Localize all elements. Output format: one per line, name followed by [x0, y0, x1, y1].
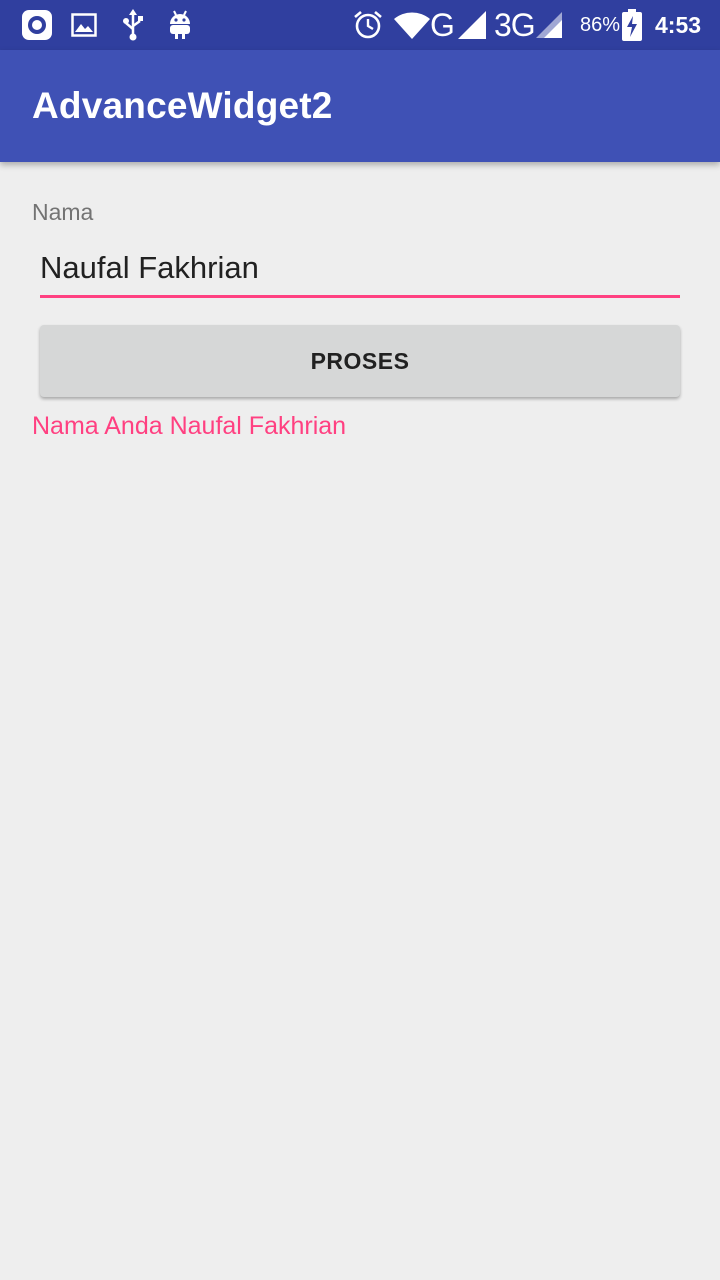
name-input[interactable]: [40, 246, 680, 298]
network-type-label: G: [430, 7, 455, 43]
notification-app-icon: [20, 8, 54, 42]
proses-button[interactable]: PROSES: [40, 325, 680, 397]
image-icon: [70, 8, 98, 42]
signal-icon: [534, 8, 564, 42]
battery-percentage: 86%: [580, 14, 621, 36]
android-icon: [166, 8, 194, 42]
result-text: Nama Anda Naufal Fakhrian: [32, 412, 347, 440]
app-bar: AdvanceWidget2: [0, 50, 720, 162]
status-bar: G 3G 86% 4:53: [0, 0, 720, 50]
wifi-icon: [394, 8, 430, 42]
signal-icon: [456, 8, 488, 42]
name-label: Nama: [32, 199, 94, 225]
main-content: Nama PROSES Nama Anda Naufal Fakhrian: [0, 162, 720, 1280]
alarm-icon: [352, 8, 384, 42]
network-type-label-3g: 3G: [494, 7, 536, 43]
usb-icon: [120, 8, 146, 42]
status-time: 4:53: [655, 12, 702, 38]
battery-charging-icon: [621, 8, 643, 42]
app-title: AdvanceWidget2: [32, 85, 333, 126]
